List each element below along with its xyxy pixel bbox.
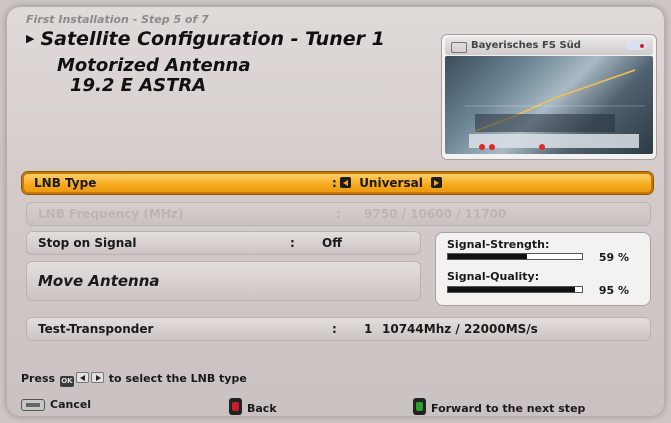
- move-antenna-label: Move Antenna: [38, 272, 160, 290]
- signal-panel: Signal-Strength: 59 % Signal-Quality: 95…: [435, 232, 651, 306]
- lnb-frequency-value: 9750 / 10600 / 11700: [364, 207, 507, 221]
- lnb-type-separator: :: [332, 176, 337, 190]
- cancel-key-icon: [21, 399, 45, 411]
- preview-red-dot-icon: [539, 144, 545, 150]
- lnb-type-label: LNB Type: [34, 176, 97, 190]
- signal-quality-meter: [447, 286, 583, 293]
- stop-on-signal-row[interactable]: Stop on Signal : Off: [26, 231, 421, 255]
- preview-overlay-table: [475, 114, 615, 132]
- signal-quality-fill: [448, 287, 576, 292]
- satellite-position: 19.2 E ASTRA: [70, 75, 207, 96]
- lnb-type-row[interactable]: LNB Type : Universal: [22, 172, 653, 194]
- lnb-frequency-separator: :: [336, 207, 341, 221]
- preview-video: [445, 56, 653, 154]
- back-label: Back: [247, 402, 277, 415]
- signal-strength-fill: [448, 254, 528, 259]
- lnb-type-value: Universal: [359, 176, 423, 190]
- tv-preview: Bayerisches FS Süd: [441, 34, 657, 160]
- test-transponder-index: 1: [364, 322, 373, 336]
- test-transponder-label: Test-Transponder: [38, 322, 154, 336]
- preview-channel-name: Bayerisches FS Süd: [471, 40, 581, 51]
- signal-quality-percent: 95 %: [598, 284, 629, 297]
- preview-red-dot-icon: [489, 144, 495, 150]
- cancel-button[interactable]: Cancel: [21, 398, 91, 411]
- stop-on-signal-separator: :: [290, 236, 295, 250]
- hint-suffix: to select the LNB type: [108, 372, 247, 385]
- signal-strength-meter: [447, 253, 583, 260]
- red-key-icon: [229, 398, 242, 415]
- page-title-text: Satellite Configuration - Tuner 1: [40, 28, 385, 50]
- lnb-frequency-row: LNB Frequency (MHz) : 9750 / 10600 / 117…: [26, 202, 651, 226]
- left-key-icon: [75, 372, 89, 383]
- key-hint: Press OK to select the LNB type: [21, 372, 247, 387]
- stop-on-signal-value: Off: [322, 236, 342, 250]
- right-key-icon: [90, 372, 104, 383]
- preview-channel-bar: Bayerisches FS Süd: [445, 37, 653, 55]
- arrow-left-icon[interactable]: [340, 177, 351, 188]
- ok-key-icon: OK: [59, 376, 74, 387]
- lnb-frequency-label: LNB Frequency (MHz): [38, 207, 184, 221]
- preview-red-dot-icon: [479, 144, 485, 150]
- green-key-icon: [413, 398, 426, 415]
- forward-label: Forward to the next step: [431, 402, 586, 415]
- forward-button[interactable]: Forward to the next step: [413, 398, 585, 415]
- hint-prefix: Press: [21, 372, 56, 385]
- test-transponder-value: 10744Mhz / 22000MS/s: [382, 322, 538, 336]
- test-transponder-row[interactable]: Test-Transponder : 1 10744Mhz / 22000MS/…: [26, 317, 651, 341]
- page-title: ▶ Satellite Configuration - Tuner 1: [26, 28, 385, 50]
- test-transponder-separator: :: [332, 322, 337, 336]
- title-arrow-icon: ▶: [26, 32, 35, 45]
- record-badge-icon: [625, 42, 647, 50]
- antenna-type: Motorized Antenna: [57, 55, 251, 76]
- cancel-label: Cancel: [50, 398, 92, 411]
- arrow-right-icon[interactable]: [431, 177, 443, 188]
- lnb-type-selector[interactable]: Universal: [340, 172, 443, 194]
- signal-quality-label: Signal-Quality:: [447, 270, 540, 283]
- signal-strength-label: Signal-Strength:: [447, 238, 550, 251]
- tv-icon: [451, 42, 467, 53]
- step-indicator: First Installation - Step 5 of 7: [26, 13, 209, 26]
- move-antenna-button[interactable]: Move Antenna: [26, 261, 421, 301]
- stop-on-signal-label: Stop on Signal: [38, 236, 137, 250]
- back-button[interactable]: Back: [229, 398, 277, 415]
- signal-strength-percent: 59 %: [598, 251, 629, 264]
